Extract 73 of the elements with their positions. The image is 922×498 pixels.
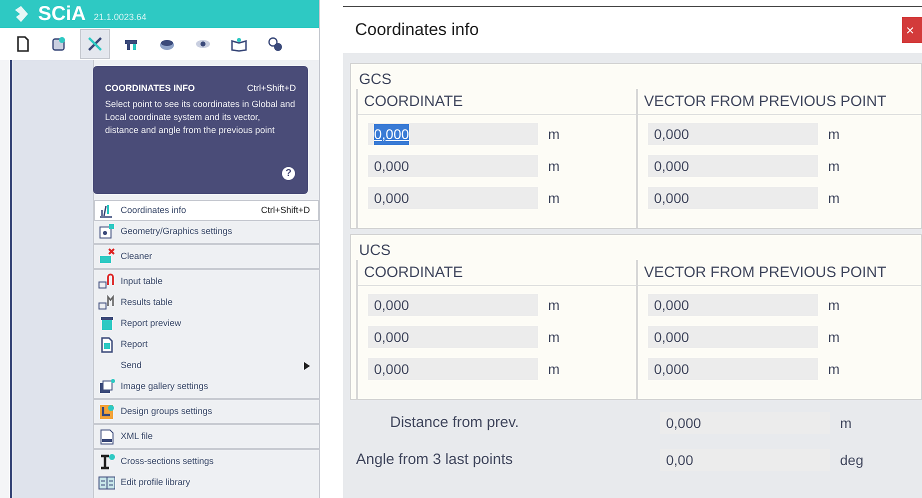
input-field[interactable]: 0,000 — [368, 187, 538, 209]
tooltip-text: Select point to see its coordinates in Global and Local coordinate system and its vector, distance and angle from the previous point — [105, 98, 296, 136]
submenu-arrow-icon — [304, 362, 310, 370]
menu-item[interactable]: Image gallery settings — [94, 376, 319, 397]
menu-item[interactable]: Design groups settings — [94, 401, 319, 422]
column-header: VECTOR FROM PREVIOUS POINT — [638, 89, 921, 115]
menu-item[interactable]: Results table — [94, 292, 319, 313]
input-table-icon — [98, 273, 115, 290]
result-label: Angle from 3 last points — [355, 450, 514, 470]
unit-label: deg — [840, 450, 864, 470]
xml-file-icon — [98, 428, 115, 445]
close-button[interactable]: × — [902, 17, 922, 43]
help-button[interactable]: ? — [282, 167, 295, 180]
unit-label: m — [548, 156, 560, 176]
input-field[interactable]: 0,000 — [648, 294, 818, 316]
tools-icon — [86, 35, 104, 53]
input-field[interactable]: 0,000 — [648, 326, 818, 348]
input-field[interactable]: 0,000 — [648, 123, 818, 145]
gallery-icon — [98, 378, 115, 395]
input-field[interactable]: 0,000 — [648, 155, 818, 177]
unit-label: m — [828, 360, 840, 378]
unit-label: m — [828, 124, 840, 144]
unit-label: m — [828, 328, 840, 346]
design-groups-icon — [98, 403, 115, 420]
unit-label: m — [548, 360, 560, 378]
result-label: Distance from prev. — [389, 412, 520, 433]
section-title: UCS — [358, 241, 392, 260]
unit-label: m — [548, 188, 560, 208]
output-field: 0,00 — [660, 449, 830, 471]
input-field[interactable]: 0,000 — [648, 187, 818, 209]
column-header: COORDINATE — [358, 260, 636, 286]
input-field[interactable]: 0,000 — [368, 358, 538, 380]
section-title: GCS — [358, 70, 393, 89]
tooltip-shortcut: Ctrl+Shift+D — [246, 82, 296, 95]
unit-label: m — [828, 188, 840, 208]
column-header: VECTOR FROM PREVIOUS POINT — [638, 260, 921, 286]
ruler-icon — [98, 202, 115, 219]
unit-label: m — [548, 328, 560, 346]
menu-item[interactable]: Send — [94, 355, 319, 376]
unit-label: m — [828, 296, 840, 314]
edit-icon — [50, 35, 68, 53]
dialog-title: Coordinates info — [355, 19, 479, 42]
output-field: 0,000 — [660, 412, 830, 434]
logo-text: SCiA — [38, 4, 86, 24]
toolbar-button[interactable] — [80, 29, 110, 59]
search-help-icon — [266, 35, 284, 53]
input-field[interactable]: 0,000 — [648, 358, 818, 380]
menu-item[interactable]: XML file — [94, 426, 319, 447]
unit-label: m — [548, 296, 560, 314]
results-table-icon — [98, 294, 115, 311]
menu-item[interactable]: Input table — [94, 271, 319, 292]
input-field[interactable]: 0,000 — [368, 326, 538, 348]
menu-item[interactable]: Cross-sections settings — [94, 451, 319, 472]
document-icon — [14, 35, 32, 53]
menu-item[interactable]: Report preview — [94, 313, 319, 334]
geometry-icon — [98, 223, 115, 240]
menu-item[interactable]: Coordinates info Ctrl+Shift+D — [94, 200, 319, 221]
tooltip-title: COORDINATES INFO — [105, 82, 195, 95]
unit-label: m — [548, 124, 560, 144]
unit-label: m — [840, 414, 852, 432]
menu-item[interactable]: Report — [94, 334, 319, 355]
version-text: 21.1.0023.64 — [94, 11, 146, 24]
menu-item[interactable]: Geometry/Graphics settings — [94, 221, 319, 242]
book-icon — [230, 35, 248, 53]
column-header: COORDINATE — [358, 89, 636, 115]
input-field[interactable]: 0,000 — [368, 294, 538, 316]
input-field[interactable]: 0,000 — [368, 123, 538, 145]
menu-item[interactable]: Cleaner — [94, 246, 319, 267]
menu-item[interactable]: Edit profile library — [94, 472, 319, 493]
input-field[interactable]: 0,000 — [368, 155, 538, 177]
cleaner-icon — [98, 248, 115, 265]
profile-library-icon — [98, 474, 115, 491]
unit-label: m — [828, 156, 840, 176]
